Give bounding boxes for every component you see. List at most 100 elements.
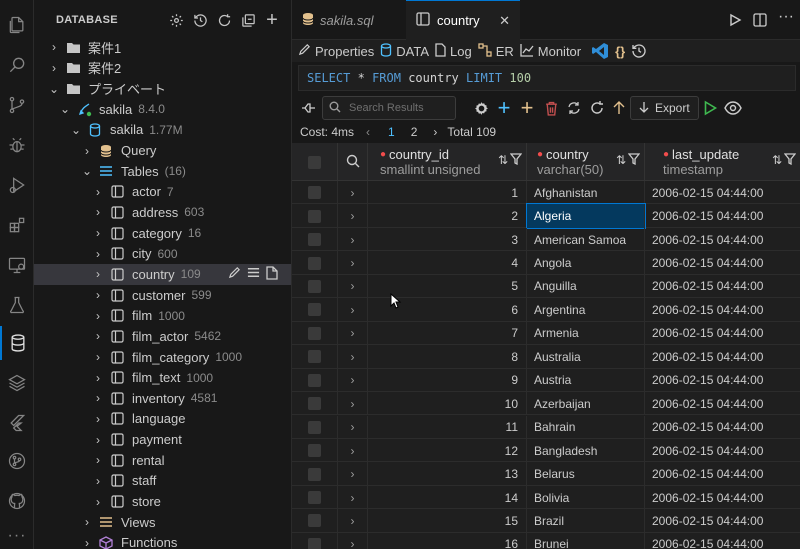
settings-icon[interactable] (167, 10, 185, 30)
search-results-input[interactable] (349, 102, 449, 114)
chevron-right-icon[interactable]: › (92, 247, 104, 261)
sort-icon[interactable]: ⇅ (498, 153, 508, 168)
row-checkbox[interactable] (308, 514, 321, 528)
column-header-country-id[interactable]: ● country_id smallint unsigned ⇅ (368, 143, 527, 181)
run-debug-icon[interactable] (0, 168, 34, 202)
chevron-right-icon[interactable]: › (92, 350, 104, 364)
refresh-icon[interactable] (215, 10, 233, 30)
settings-icon[interactable] (471, 98, 491, 118)
layers-icon[interactable] (0, 366, 34, 400)
sort-icon[interactable]: ⇅ (616, 153, 626, 168)
chevron-down-icon[interactable]: ⌄ (59, 102, 71, 116)
chevron-down-icon[interactable]: ⌄ (81, 164, 93, 178)
cell-country-id[interactable]: 16 (368, 532, 527, 549)
expand-row-icon[interactable]: › (338, 321, 368, 346)
properties-tab[interactable]: Properties (298, 43, 374, 59)
tree-item[interactable]: › film_category 1000 (34, 347, 291, 368)
er-tab[interactable]: ER (478, 42, 514, 60)
cell-country[interactable]: Bahrain (527, 415, 645, 439)
cell-country-id[interactable]: 11 (368, 415, 527, 439)
tree-item[interactable]: › 案件2 (34, 58, 291, 79)
tree-item[interactable]: › film 1000 (34, 305, 291, 326)
data-tab[interactable]: DATA (380, 42, 429, 60)
chevron-right-icon[interactable]: › (92, 185, 104, 199)
history-toolbar-icon[interactable] (631, 43, 647, 59)
expand-row-icon[interactable]: › (338, 298, 368, 322)
select-all-checkbox[interactable] (308, 155, 321, 169)
table-row[interactable]: › 3 American Samoa 2006-02-15 04:44:00 (292, 227, 800, 252)
cell-country[interactable]: Angola (527, 251, 645, 275)
cell-country[interactable]: Belarus (527, 462, 645, 486)
list-icon[interactable] (247, 266, 260, 283)
swap-icon[interactable] (564, 98, 584, 118)
row-checkbox[interactable] (308, 420, 321, 434)
tree-item[interactable]: ⌄ プライベート (34, 78, 291, 99)
run-icon[interactable] (728, 13, 742, 30)
tree-item[interactable]: › Functions (34, 533, 291, 549)
cell-country-id[interactable]: 14 (368, 485, 527, 510)
table-row[interactable]: › 12 Bangladesh 2006-02-15 04:44:00 (292, 438, 800, 463)
expand-row-icon[interactable]: › (338, 438, 368, 463)
chevron-right-icon[interactable]: › (92, 205, 104, 219)
expand-row-icon[interactable]: › (338, 274, 368, 299)
search-icon[interactable] (0, 48, 34, 82)
column-header-last-update[interactable]: ● last_update timestamp ⇅ (645, 143, 800, 181)
explorer-icon[interactable] (0, 8, 34, 42)
chevron-right-icon[interactable]: › (92, 391, 104, 405)
cell-country-id[interactable]: 1 (368, 181, 527, 205)
next-page-icon[interactable]: › (433, 125, 437, 139)
table-row[interactable]: › 5 Anguilla 2006-02-15 04:44:00 (292, 274, 800, 299)
add-connection-icon[interactable]: + (263, 9, 281, 31)
tree-item[interactable]: › inventory 4581 (34, 388, 291, 409)
monitor-tab[interactable]: Monitor (520, 43, 581, 60)
expand-row-icon[interactable]: › (338, 204, 368, 228)
table-row[interactable]: › 1 Afghanistan 2006-02-15 04:44:00 (292, 181, 800, 205)
cell-country[interactable]: Armenia (527, 321, 645, 346)
cell-last-update[interactable]: 2006-02-15 04:44:00 (645, 228, 800, 251)
tree-item[interactable]: › customer 599 (34, 285, 291, 306)
sql-editor[interactable]: SELECT * FROM country LIMIT 100 (298, 65, 796, 91)
cell-country[interactable]: Bolivia (527, 485, 645, 510)
cell-country[interactable]: Anguilla (527, 274, 645, 299)
arrow-up-icon[interactable] (609, 98, 629, 118)
cell-last-update[interactable]: 2006-02-15 04:44:00 (645, 462, 800, 485)
expand-row-icon[interactable]: › (338, 392, 368, 416)
cell-country-id[interactable]: 15 (368, 509, 527, 533)
collapse-all-icon[interactable] (239, 10, 257, 30)
refresh-icon[interactable] (587, 98, 607, 118)
expand-row-icon[interactable]: › (338, 368, 368, 392)
tree-item[interactable]: › address 603 (34, 202, 291, 223)
cell-last-update[interactable]: 2006-02-15 04:44:00 (645, 509, 800, 532)
tree-item[interactable]: › actor 7 (34, 182, 291, 203)
cell-country-id[interactable]: 9 (368, 368, 527, 392)
history-icon[interactable] (191, 10, 209, 30)
insert-icon[interactable]: + (517, 95, 537, 120)
cell-last-update[interactable]: 2006-02-15 04:44:00 (645, 251, 800, 274)
tree-item[interactable]: ⌄ sakila 1.77M (34, 120, 291, 141)
table-row[interactable]: › 16 Brunei 2006-02-15 04:44:00 (292, 532, 800, 549)
tree-item[interactable]: ⌄ sakila 8.4.0 (34, 99, 291, 120)
prev-page-icon[interactable]: ‹ (366, 125, 370, 139)
column-header-country[interactable]: ● country varchar(50) ⇅ (527, 143, 645, 181)
tab-country[interactable]: country ✕ (406, 0, 520, 40)
tree-item[interactable]: › payment (34, 429, 291, 450)
chevron-right-icon[interactable]: › (81, 515, 93, 529)
json-icon[interactable]: {} (615, 44, 625, 59)
table-row[interactable]: › 11 Bahrain 2006-02-15 04:44:00 (292, 415, 800, 439)
database-icon[interactable] (0, 326, 34, 360)
cell-last-update[interactable]: 2006-02-15 04:44:00 (645, 181, 800, 204)
chevron-right-icon[interactable]: › (92, 453, 104, 467)
cell-country-id[interactable]: 10 (368, 392, 527, 416)
table-row[interactable]: › 13 Belarus 2006-02-15 04:44:00 (292, 462, 800, 486)
page-1[interactable]: 1 (388, 125, 395, 139)
sort-icon[interactable]: ⇅ (772, 153, 782, 168)
expand-row-icon[interactable]: › (338, 415, 368, 439)
remote-explorer-icon[interactable] (0, 248, 34, 282)
cell-country[interactable]: Brazil (527, 509, 645, 533)
flutter-icon[interactable] (0, 406, 34, 440)
chevron-down-icon[interactable]: ⌄ (48, 82, 60, 96)
github-icon[interactable] (0, 484, 34, 518)
row-checkbox[interactable] (308, 303, 321, 317)
tree-item[interactable]: › film_text 1000 (34, 367, 291, 388)
edit-icon[interactable] (228, 266, 241, 283)
